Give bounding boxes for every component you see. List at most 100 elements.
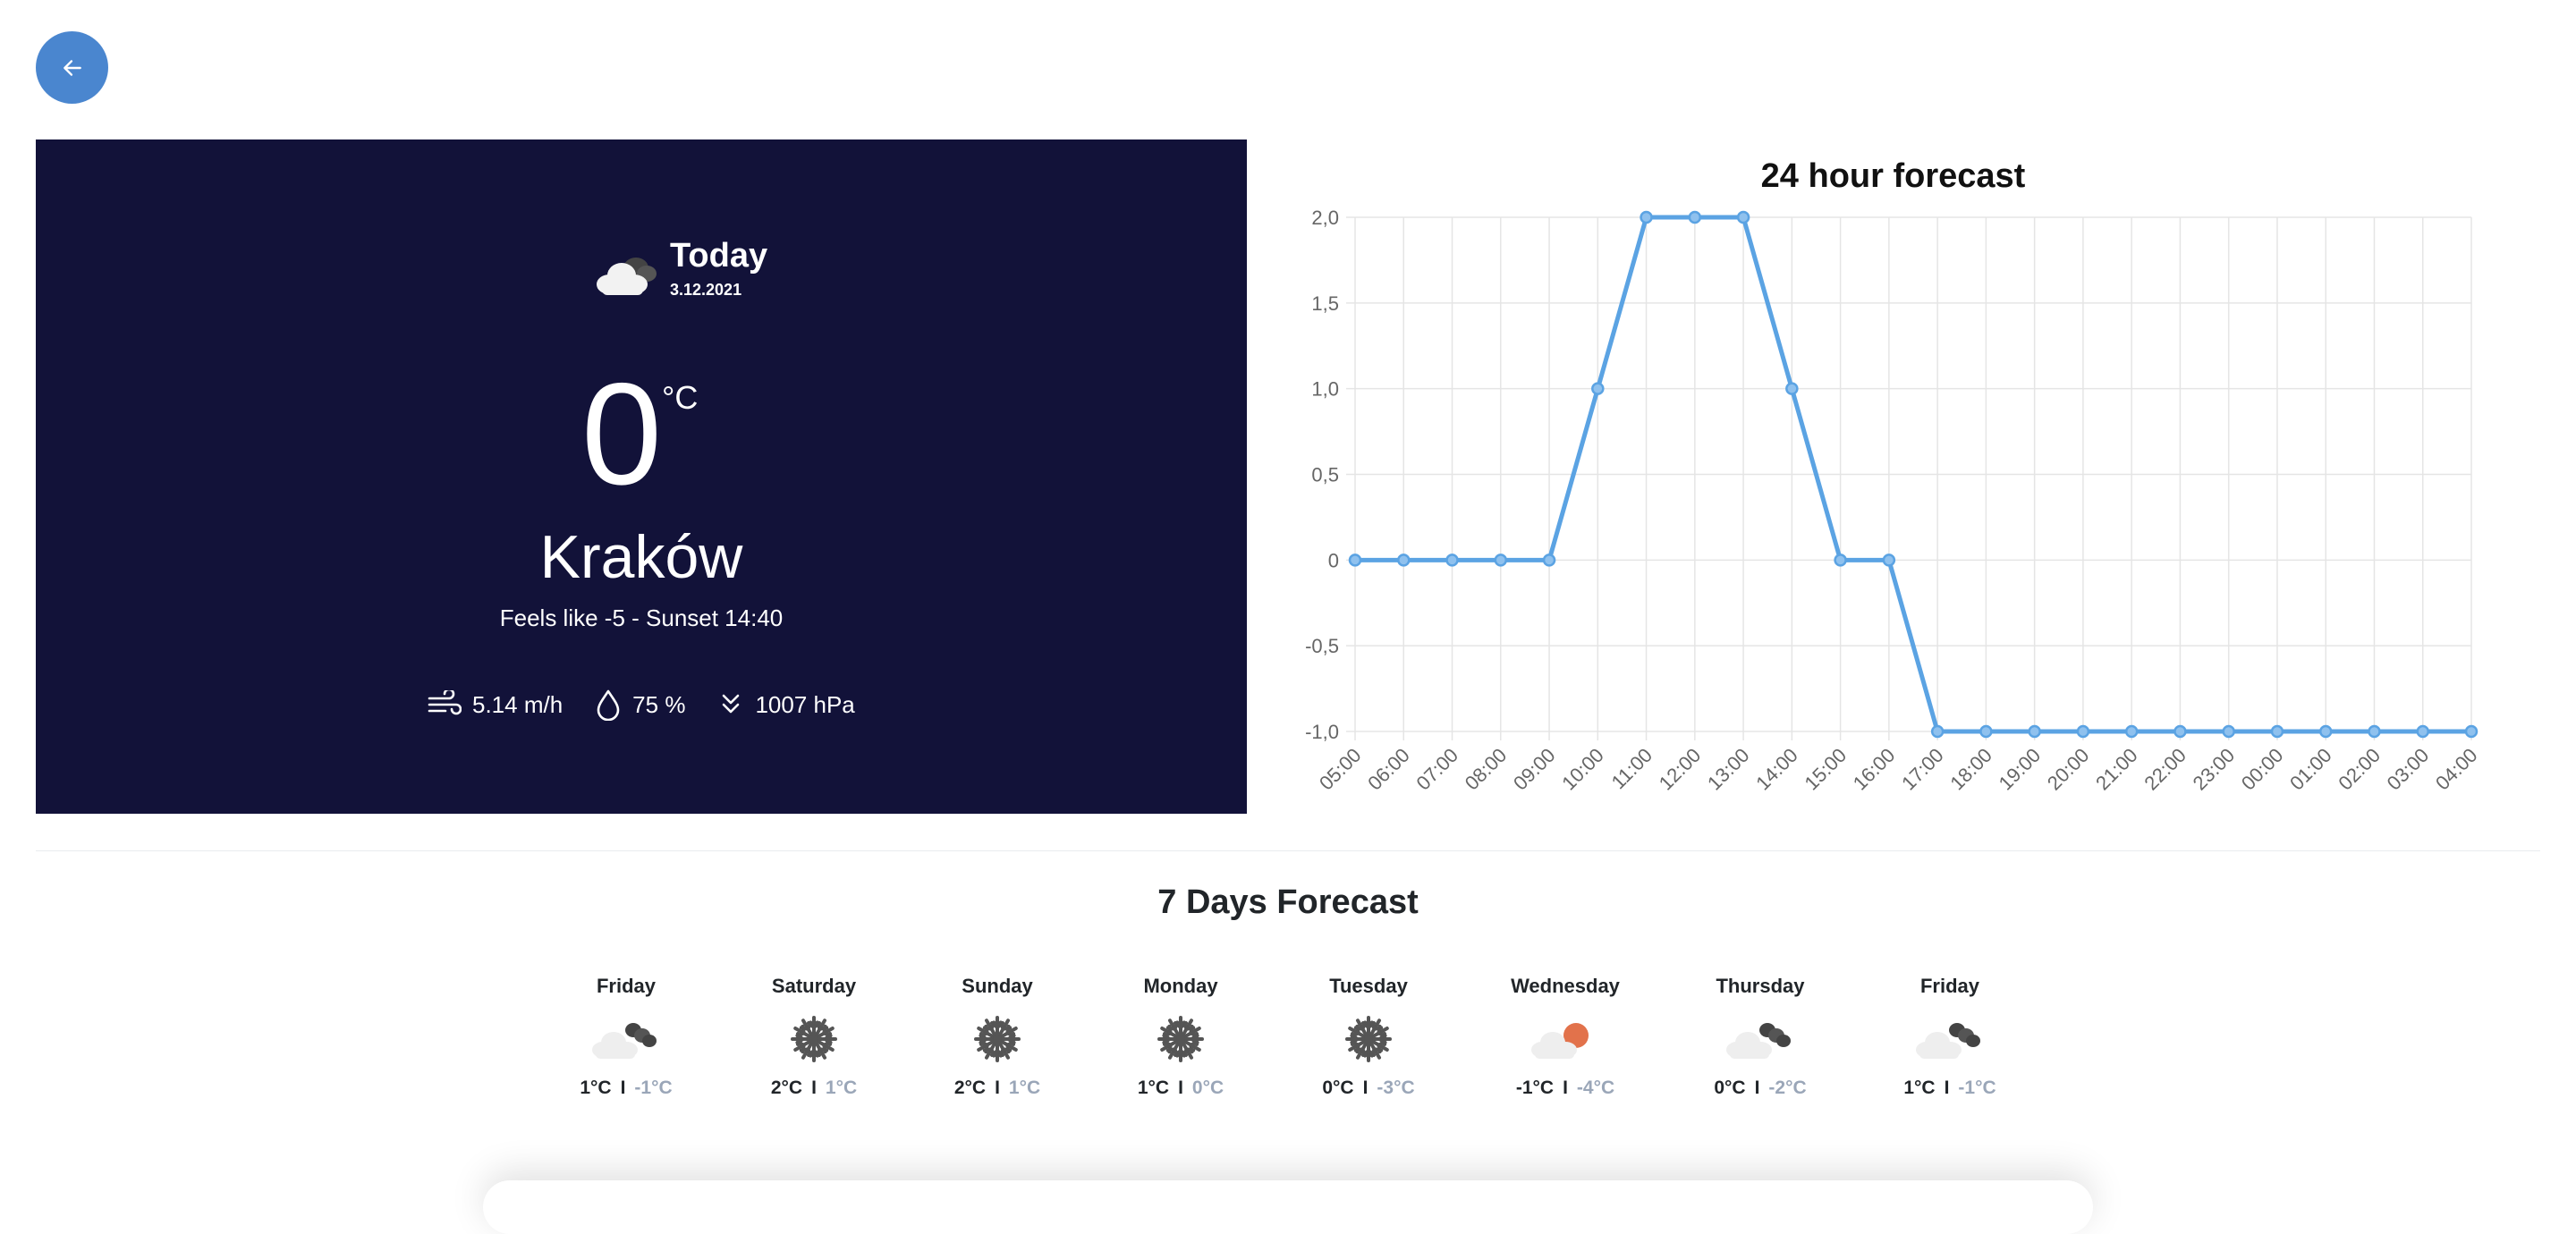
day-low: 1°C [1008,1078,1041,1098]
x-tick-label: 03:00 [2383,744,2434,795]
day-high: 2°C [953,1078,987,1098]
day-card: Thursday 0°C I -2°C [1671,975,1850,1099]
data-point [2270,724,2284,739]
day-name: Sunday [962,975,1033,997]
y-tick-label: 0 [1328,549,1339,571]
day-card: Monday 1°C I 0°C [1091,975,1270,1099]
chevrons-down-icon [723,694,740,714]
day-high: 0°C [1322,1078,1354,1098]
day-name: Friday [596,975,657,997]
data-point [2318,724,2333,739]
data-point [2028,724,2041,739]
day-name: Monday [1143,975,1218,997]
snowflake-icon [724,1006,903,1072]
snowflake-icon [1091,1006,1270,1072]
feels-like-sunset: Feels like -5 - Sunset 14:40 [499,604,784,631]
day-high: 0°C [1714,1078,1746,1098]
x-tick-label: 23:00 [2189,744,2240,795]
x-tick-label: 20:00 [2043,744,2094,795]
cloudy-icon [597,258,657,295]
x-tick-label: 10:00 [1557,744,1608,795]
day-card: Sunday 2°C I 1°C [908,975,1087,1099]
week-forecast-title: 7 Days Forecast [1157,883,1419,921]
wind-icon [428,690,462,715]
y-tick-label: 1,5 [1311,292,1339,315]
pressure-value: 1007 hPa [755,690,855,718]
hourly-forecast-chart: 24 hour forecast 2,0 1,5 1,0 0,5 0 -0,5 -1,0 05… [1288,143,2504,823]
day-name: Saturday [771,975,857,997]
today-title: Today [670,237,768,275]
data-point [1736,210,1750,224]
day-low: -4°C [1576,1078,1615,1098]
day-card: Friday 1°C I -1°C [537,975,716,1099]
humidity-stat: 75 % [595,689,685,721]
data-point [1640,210,1653,224]
day-low: 1°C [825,1078,858,1098]
current-temperature: 0 [581,353,663,515]
section-divider [36,850,2540,851]
snowflake-icon [908,1006,1087,1072]
data-point [2124,724,2139,739]
wind-value: 5.14 m/h [472,690,564,718]
x-tick-label: 16:00 [1849,744,1900,795]
data-point [1834,554,1847,567]
city-name: Kraków [539,523,743,591]
y-tick-label: 0,5 [1311,464,1339,486]
data-point [2368,724,2381,739]
x-tick-label: 05:00 [1315,744,1366,795]
x-tick-label: 17:00 [1897,744,1948,795]
x-tick-label: 02:00 [2334,744,2385,795]
x-tick-label: 09:00 [1509,744,1560,795]
y-tick-label: 2,0 [1311,207,1339,229]
today-panel: Today 3.12.2021 0 °C Kraków Feels like -… [36,139,1247,814]
cloud-night-icon [537,1006,716,1072]
y-tick-label: 1,0 [1311,378,1339,401]
day-high: 1°C [1137,1078,1170,1098]
today-date: 3.12.2021 [670,281,742,299]
day-low: -1°C [1958,1078,1996,1098]
data-point [2076,724,2090,739]
data-point [2174,724,2187,739]
day-name: Wednesday [1511,975,1620,997]
cloud-sun-icon [1476,1006,1655,1072]
x-tick-label: 18:00 [1945,744,1996,795]
data-point [1688,210,1702,224]
back-button[interactable] [36,31,108,104]
day-low: 0°C [1191,1078,1224,1098]
x-tick-label: 11:00 [1607,744,1657,793]
day-name: Thursday [1716,975,1805,997]
x-tick-label: 12:00 [1655,744,1706,795]
cloud-night-icon [1671,1006,1850,1072]
x-tick-label: 06:00 [1363,744,1414,795]
x-tick-label: 15:00 [1801,744,1852,795]
data-point [1882,554,1896,567]
day-low: -3°C [1377,1078,1415,1098]
data-point [2222,724,2235,739]
arrow-left-icon [63,59,81,76]
wind-stat: 5.14 m/h [428,690,563,719]
data-point [2416,724,2429,739]
data-point [1785,382,1799,395]
chart-svg: 2,0 1,5 1,0 0,5 0 -0,5 -1,005:0006:0007:0008:0… [1305,207,2482,795]
x-tick-label: 00:00 [2237,744,2288,795]
day-card: Wednesday -1°C I -4°C [1476,975,1655,1099]
data-point [1445,554,1459,567]
bottom-card-edge [483,1180,2093,1234]
day-card: Friday 1°C I -1°C [1860,975,2039,1099]
snowflake-icon [1279,1006,1458,1072]
data-point [2464,724,2479,739]
day-high: 1°C [580,1078,612,1098]
data-point [1348,554,1362,567]
day-card: Saturday 2°C I 1°C [724,975,903,1099]
y-tick-label: -1,0 [1305,721,1339,743]
pressure-stat: 1007 hPa [717,690,855,719]
day-name: Friday [1919,975,1980,997]
data-point [1979,724,1993,739]
day-high: 2°C [770,1078,803,1098]
x-tick-label: 07:00 [1411,744,1462,795]
x-tick-label: 04:00 [2431,744,2482,795]
day-card: Tuesday 0°C I -3°C [1279,975,1458,1099]
data-point [1397,554,1411,567]
data-point [1494,554,1508,567]
day-high: 1°C [1903,1078,1936,1098]
